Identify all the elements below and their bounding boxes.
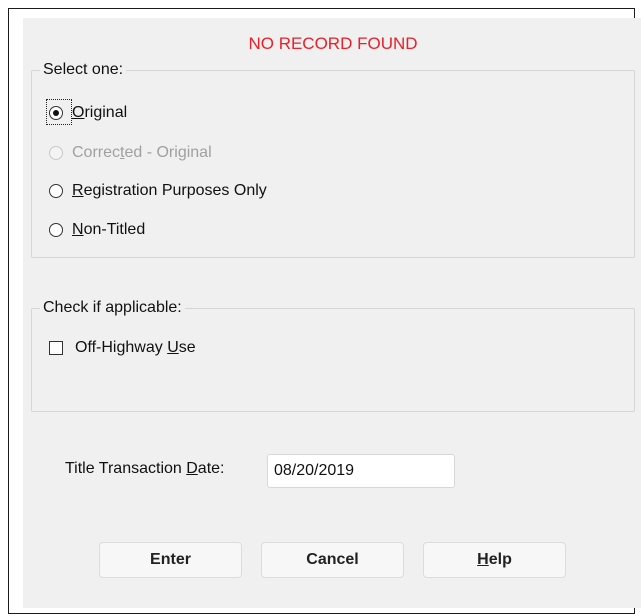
radio-corrected-original-label: Corrected - Original <box>72 144 212 161</box>
radio-corrected-original-button <box>49 146 63 160</box>
radio-non-titled-label: Non-Titled <box>72 221 146 238</box>
radio-registration-purposes-only-label: Registration Purposes Only <box>72 182 267 199</box>
off-highway-use-label: Off-Highway Use <box>75 339 196 356</box>
no-record-message: NO RECORD FOUND <box>248 34 418 53</box>
radio-non-titled-button[interactable] <box>49 223 63 237</box>
help-button[interactable]: Help <box>423 542 566 578</box>
cancel-button[interactable]: Cancel <box>261 542 404 578</box>
check-if-applicable-legend: Check if applicable: <box>40 299 185 317</box>
radio-non-titled[interactable]: Non-Titled <box>49 221 145 239</box>
off-highway-use-checkbox[interactable] <box>49 341 63 355</box>
title-transaction-date-input[interactable] <box>267 454 455 488</box>
vehicle-title-dialog: NO RECORD FOUND Select one: Original Cor… <box>23 18 641 608</box>
title-transaction-date-label: Title Transaction Date: <box>65 460 225 477</box>
enter-button[interactable]: Enter <box>99 542 242 578</box>
radio-original[interactable]: Original <box>49 104 127 122</box>
radio-corrected-original: Corrected - Original <box>49 144 212 162</box>
check-if-applicable-group: Check if applicable: Off-Highway Use <box>31 299 635 412</box>
radio-registration-purposes-only[interactable]: Registration Purposes Only <box>49 182 267 200</box>
radio-original-label: Original <box>72 104 128 121</box>
select-one-group: Select one: Original Corrected - Origina… <box>31 61 635 258</box>
radio-original-button[interactable] <box>49 106 63 120</box>
radio-registration-purposes-only-button[interactable] <box>49 184 63 198</box>
off-highway-use-option[interactable]: Off-Highway Use <box>49 339 196 357</box>
select-one-legend: Select one: <box>40 61 127 79</box>
